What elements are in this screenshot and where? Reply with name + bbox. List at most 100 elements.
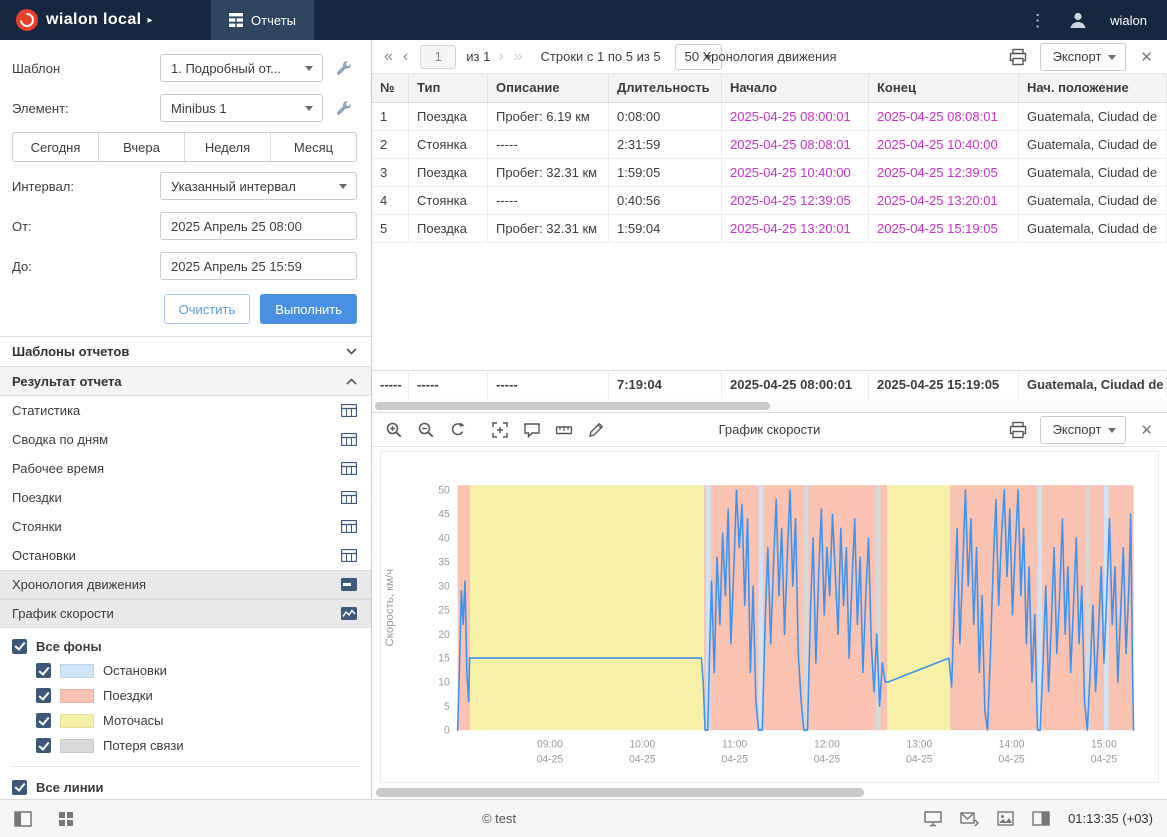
export-button[interactable]: Экспорт <box>1040 43 1127 71</box>
zoom-in-icon[interactable] <box>382 418 406 442</box>
messages-icon[interactable] <box>520 418 544 442</box>
edit-pencil-icon[interactable] <box>584 418 608 442</box>
select-area-icon[interactable] <box>488 418 512 442</box>
wialon-logo-icon <box>16 9 38 31</box>
mail-notification-icon[interactable] <box>960 811 979 827</box>
table-header: №ТипОписаниеДлительностьНачалоКонецНач. … <box>372 74 1167 103</box>
ruler-icon[interactable] <box>552 418 576 442</box>
quick-tab-3[interactable]: Месяц <box>271 133 356 161</box>
apps-grid-icon[interactable] <box>58 811 74 827</box>
from-datetime-input[interactable] <box>160 212 357 240</box>
split-view-icon[interactable] <box>1032 811 1050 826</box>
more-menu-icon[interactable]: ⋮ <box>1029 12 1046 29</box>
scrollbar-thumb[interactable] <box>375 402 770 410</box>
svg-text:0: 0 <box>444 725 450 737</box>
table-toolbar: « ‹ из 1 › » Строки с 1 по 5 из 5 50 Хро… <box>372 40 1167 74</box>
result-item[interactable]: Статистика <box>0 396 371 425</box>
result-item[interactable]: Стоянки <box>0 512 371 541</box>
table-icon <box>341 549 357 562</box>
clear-button[interactable]: Очистить <box>164 294 251 324</box>
svg-text:35: 35 <box>438 556 450 568</box>
print-icon[interactable] <box>1006 45 1030 69</box>
unit-settings-wrench-icon[interactable] <box>331 95 357 121</box>
column-header[interactable]: Длительность <box>609 74 722 102</box>
caret-down-icon <box>1108 428 1116 433</box>
execute-button[interactable]: Выполнить <box>260 294 357 324</box>
svg-text:25: 25 <box>438 604 450 616</box>
table-row[interactable]: 1ПоездкаПробег: 6.19 км0:08:002025-04-25… <box>372 103 1167 131</box>
unit-select-value: Minibus 1 <box>171 101 227 116</box>
close-icon[interactable]: ✕ <box>1136 48 1157 66</box>
table-cell: 2025-04-25 08:08:01 <box>869 103 1019 131</box>
table-cell: 2025-04-25 08:08:01 <box>722 131 869 159</box>
svg-text:15:00: 15:00 <box>1091 739 1117 751</box>
color-swatch <box>60 714 94 728</box>
quick-tab-1[interactable]: Вчера <box>99 133 185 161</box>
table-cell: 2025-04-25 10:40:00 <box>722 159 869 187</box>
table-icon <box>341 433 357 446</box>
prev-page-button[interactable]: ‹ <box>401 49 410 65</box>
print-icon[interactable] <box>1006 418 1030 442</box>
divider <box>12 766 359 767</box>
page-number-input[interactable] <box>420 45 456 69</box>
zoom-out-icon[interactable] <box>414 418 438 442</box>
column-header[interactable]: Тип <box>409 74 488 102</box>
scrollbar-thumb[interactable] <box>376 788 864 797</box>
table-row[interactable]: 5ПоездкаПробег: 32.31 км1:59:042025-04-2… <box>372 215 1167 243</box>
export-button[interactable]: Экспорт <box>1040 416 1127 444</box>
close-icon[interactable]: ✕ <box>1136 421 1157 439</box>
checkbox-checked-icon[interactable] <box>12 780 27 795</box>
image-icon[interactable] <box>997 811 1014 826</box>
first-page-button[interactable]: « <box>382 49 395 65</box>
column-header[interactable]: Нач. положение <box>1019 74 1167 102</box>
column-header[interactable]: Конец <box>869 74 1019 102</box>
next-page-button[interactable]: › <box>496 49 505 65</box>
svg-text:14:00: 14:00 <box>999 739 1025 751</box>
result-item[interactable]: Остановки <box>0 541 371 570</box>
color-swatch <box>60 739 94 753</box>
interval-select[interactable]: Указанный интервал <box>160 172 357 200</box>
chart-horizontal-scrollbar[interactable] <box>372 785 1167 799</box>
result-item-label: График скорости <box>12 606 114 621</box>
statusbar: © test 01:13:35 (+03) <box>0 799 1167 837</box>
unit-select[interactable]: Minibus 1 <box>160 94 323 122</box>
table-cell: 0:40:56 <box>609 187 722 215</box>
table-horizontal-scrollbar[interactable] <box>372 399 1167 412</box>
speed-chart-svg[interactable]: 0510152025303540455009:0004-2510:0004-25… <box>381 452 1158 782</box>
zoom-reset-icon[interactable] <box>446 418 470 442</box>
svg-text:11:00: 11:00 <box>722 739 747 751</box>
template-select[interactable]: 1. Подробный от... <box>160 54 323 82</box>
section-report-templates[interactable]: Шаблоны отчетов <box>0 336 371 366</box>
result-item[interactable]: График скорости <box>0 599 371 628</box>
checkbox-checked-icon[interactable] <box>36 713 51 728</box>
column-header[interactable]: Начало <box>722 74 869 102</box>
table-panel-title: Хронология движения <box>702 49 836 64</box>
checkbox-checked-icon[interactable] <box>36 663 51 678</box>
table-row[interactable]: 4Стоянка-----0:40:562025-04-25 12:39:052… <box>372 187 1167 215</box>
checkbox-checked-icon[interactable] <box>36 688 51 703</box>
user-name[interactable]: wialon <box>1110 13 1147 28</box>
chart-actions: Экспорт ✕ <box>1006 416 1157 444</box>
checkbox-checked-icon[interactable] <box>12 639 27 654</box>
section-report-result[interactable]: Результат отчета <box>0 366 371 396</box>
table-row[interactable]: 2Стоянка-----2:31:592025-04-25 08:08:012… <box>372 131 1167 159</box>
column-header[interactable]: Описание <box>488 74 609 102</box>
table-cell: 2 <box>372 131 409 159</box>
template-settings-wrench-icon[interactable] <box>331 55 357 81</box>
column-header[interactable]: № <box>372 74 409 102</box>
quick-tab-0[interactable]: Сегодня <box>13 133 99 161</box>
quick-tab-2[interactable]: Неделя <box>185 133 271 161</box>
user-icon[interactable] <box>1068 10 1088 30</box>
tab-reports[interactable]: Отчеты <box>211 0 314 40</box>
layout-toggle-icon[interactable] <box>14 811 32 827</box>
checkbox-checked-icon[interactable] <box>36 738 51 753</box>
result-item[interactable]: Поездки <box>0 483 371 512</box>
result-item[interactable]: Рабочее время <box>0 454 371 483</box>
monitor-icon[interactable] <box>924 811 942 827</box>
to-datetime-input[interactable] <box>160 252 357 280</box>
last-page-button[interactable]: » <box>512 49 525 65</box>
table-row[interactable]: 3ПоездкаПробег: 32.31 км1:59:052025-04-2… <box>372 159 1167 187</box>
result-item[interactable]: Хронология движения <box>0 570 371 599</box>
svg-text:45: 45 <box>438 508 450 520</box>
result-item[interactable]: Сводка по дням <box>0 425 371 454</box>
